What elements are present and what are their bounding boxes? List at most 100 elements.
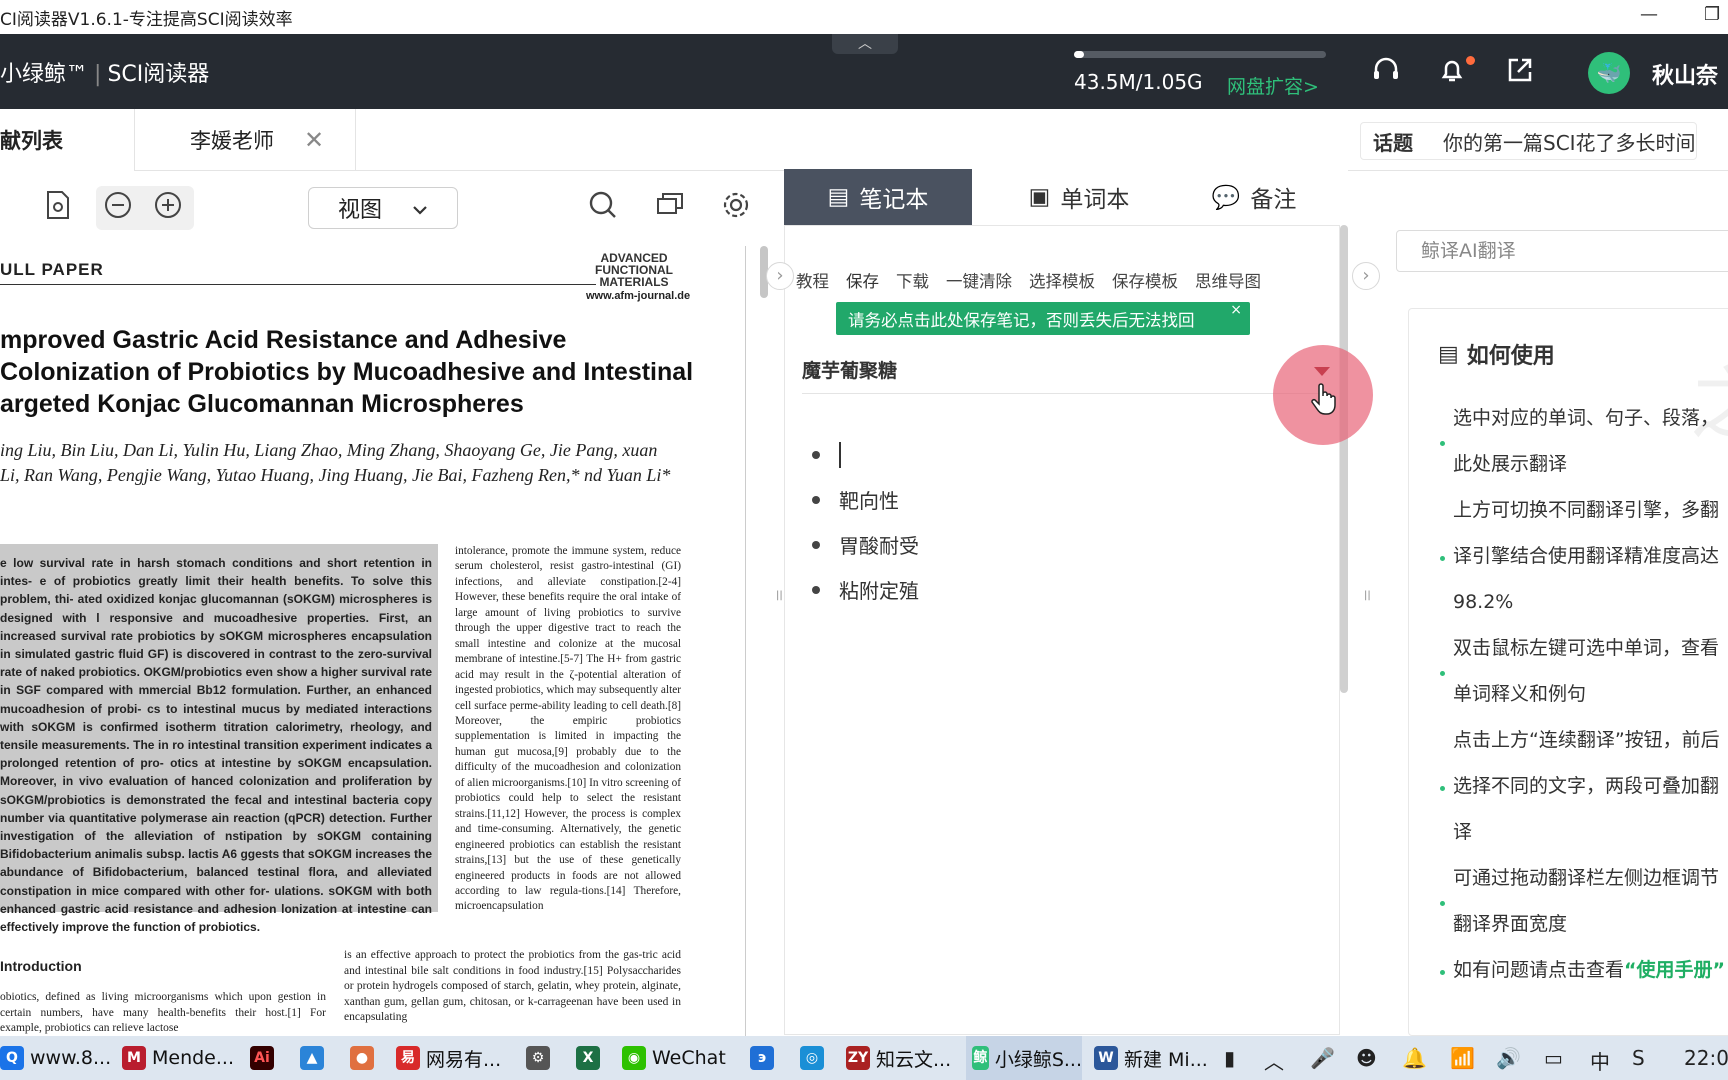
header-rule [0,284,596,285]
select-template-button[interactable]: 选择模板 [1029,268,1095,292]
clock-time[interactable]: 22:03 [1684,1046,1728,1070]
taskbar-settings[interactable]: ⚙ [526,1036,550,1080]
app-tray-icon[interactable]: ☻ [1356,1046,1377,1070]
user-avatar[interactable]: 🐳 [1588,52,1630,94]
list-icon: ▤ [1438,341,1459,367]
taskbar-mendeley[interactable]: M Mende... [122,1036,234,1080]
tip-item: 可通过拖动翻译栏左侧边框调节翻译界面宽度 [1440,855,1728,947]
taskbar-excel[interactable]: X [576,1036,600,1080]
tab-label: 备注 [1250,187,1297,213]
display-icon[interactable]: ▭ [1544,1046,1563,1070]
taskbar-netease[interactable]: 易网易有... [396,1036,501,1080]
tab-divider [134,109,135,171]
paper-section-label: ULL PAPER [0,260,104,279]
search-icon[interactable] [585,190,621,226]
taskbar-wechat[interactable]: ◉ WeChat [622,1036,726,1080]
save-template-button[interactable]: 保存模板 [1112,268,1178,292]
paper-intro-text[interactable]: obiotics, defined as living microorganis… [0,990,326,1036]
tab-wordbook[interactable]: ▣ 单词本 [1004,169,1154,225]
collapse-header-button[interactable]: ︿ [832,34,898,54]
chevron-right-icon[interactable]: › [1352,262,1380,290]
taskbar-maps[interactable]: ▲ [300,1036,324,1080]
gear-icon[interactable] [718,190,754,226]
volume-icon[interactable]: 🔊 [1496,1046,1521,1070]
app-icon: э [750,1046,774,1070]
paper-column-right-bottom[interactable]: is an effective approach to protect the … [344,948,681,1026]
taskbar-browser[interactable]: Qwww.8... [0,1036,111,1080]
ime-indicator[interactable]: 中 [1590,1046,1610,1075]
paper-title[interactable]: mproved Gastric Acid Resistance and Adhe… [0,324,700,420]
topic-badge: 话题 [1373,130,1413,155]
bell-icon[interactable] [1434,54,1470,90]
list-item[interactable]: 靶向性 [812,477,919,522]
battery-icon[interactable]: ▮ [1224,1046,1235,1070]
close-icon[interactable]: × [1230,302,1242,318]
how-to-tips: 选中对应的单词、句子、段落，此处展示翻译 上方可切换不同翻译引擎，多翻译引擎结合… [1440,395,1728,993]
zoom-out-icon[interactable] [100,190,136,226]
taskbar-app[interactable]: ● [350,1036,374,1080]
tip-item: 上方可切换不同翻译引擎，多翻译引擎结合使用翻译精准度高达98.2% [1440,487,1728,625]
paper-column-right[interactable]: intolerance, promote the immune system, … [455,544,681,915]
tab-label: 单词本 [1060,187,1130,213]
comment-icon[interactable] [652,190,688,226]
mind-map-button[interactable]: 思维导图 [1195,268,1261,292]
word-icon: W [1094,1046,1118,1070]
view-select[interactable]: 视图 [308,187,458,229]
zoom-in-icon[interactable] [150,190,186,226]
zhiyun-icon: ZY [846,1046,870,1070]
pdf-page[interactable]: ULL PAPER ADVANCED FUNCTIONAL MATERIALS … [0,246,746,1036]
close-icon[interactable]: ✕ [304,126,324,154]
sogou-icon[interactable]: S [1632,1046,1645,1070]
headset-icon[interactable] [1368,54,1404,90]
panel-resize-handle[interactable]: || [1364,590,1371,604]
save-button[interactable]: 保存 [846,268,879,292]
tab-divider [355,109,356,171]
download-button[interactable]: 下载 [896,268,929,292]
expand-storage-link[interactable]: 网盘扩容> [1227,72,1319,99]
tab-remarks[interactable]: 💬 备注 [1184,169,1324,225]
tutorial-button[interactable]: 教程 [796,268,829,292]
os-taskbar: Qwww.8... M Mende... Ai ▲ ● 易网易有... ⚙ X ◉… [0,1036,1728,1080]
taskbar-app2[interactable]: э [750,1036,774,1080]
tab-notebook[interactable]: ▤ 笔记本 [784,169,972,225]
product-name: SCI阅读器 [107,62,210,87]
taskbar-sci-reader[interactable]: 鲸小绿鲸S... [966,1036,1082,1080]
list-item[interactable]: 粘附定殖 [812,567,919,612]
notebook-scrollbar[interactable] [1340,225,1348,693]
list-item[interactable] [812,432,919,477]
translation-input[interactable]: 鲸译AI翻译 [1396,230,1728,272]
taskbar-app3[interactable]: ◎ [800,1036,824,1080]
taskbar-zhiyun[interactable]: ZY 知云文... [846,1036,951,1080]
brand-logo: 小绿鲸™ | SCI阅读器 [0,62,210,87]
app-header: 小绿鲸™ | SCI阅读器 ︿ 43.5M/1.05G 网盘扩容> 🐳 秋山奈 [0,34,1728,109]
note-title[interactable]: 魔芋葡聚糖 [802,356,897,383]
dropdown-triangle-icon[interactable] [1314,367,1330,376]
clear-all-button[interactable]: 一键清除 [946,268,1012,292]
list-item[interactable]: 胃酸耐受 [812,522,919,567]
notification-icon[interactable]: 🔔 [1402,1046,1427,1070]
taskbar-adobe[interactable]: Ai [250,1036,274,1080]
panel-resize-handle[interactable]: || [776,590,783,604]
share-icon[interactable] [1502,54,1538,90]
chevron-right-icon[interactable]: › [766,262,794,290]
notebook-panel [784,225,1340,1035]
paper-authors[interactable]: ing Liu, Bin Liu, Dan Li, Yulin Hu, Lian… [0,438,680,488]
hand-cursor-icon [1311,383,1337,423]
triangle-app-icon: ▲ [300,1046,324,1070]
paper-abstract[interactable]: e low survival rate in harsh stomach con… [0,544,438,934]
user-manual-link[interactable]: “使用手册” [1624,959,1725,981]
taskbar-word[interactable]: W 新建 Mi... [1094,1036,1208,1080]
chevron-up-icon[interactable]: ︿ [1264,1046,1284,1075]
page-settings-icon[interactable] [40,190,76,226]
restore-button[interactable]: ❐ [1704,4,1720,25]
microphone-icon[interactable]: 🎤 [1310,1046,1335,1070]
save-warning-tooltip[interactable]: 请务必点击此处保存笔记，否则丢失后无法找回 × [836,302,1250,335]
topic-banner[interactable]: 话题 你的第一篇SCI花了多长时间 [1360,122,1697,160]
app-icon: ● [350,1046,374,1070]
minimize-button[interactable]: — [1640,4,1658,25]
username[interactable]: 秋山奈 [1652,58,1718,90]
tab-literature-list[interactable]: 献列表 [0,109,134,171]
tab-teacher[interactable]: 李媛老师 ✕ [190,109,324,171]
wifi-icon[interactable]: 📶 [1450,1046,1475,1070]
note-bullet-list[interactable]: 靶向性 胃酸耐受 粘附定殖 [812,432,919,612]
